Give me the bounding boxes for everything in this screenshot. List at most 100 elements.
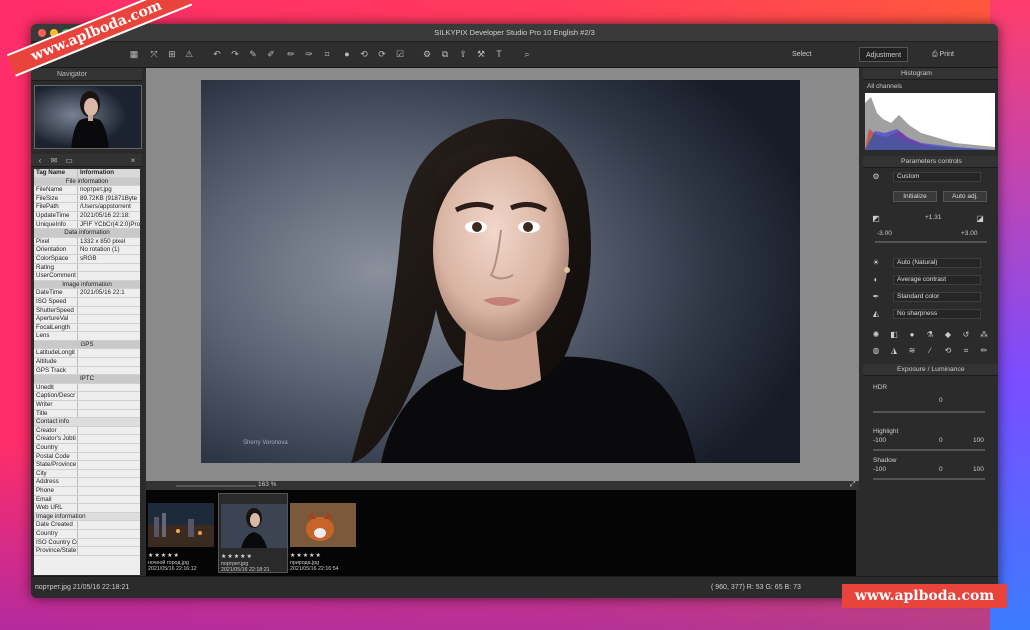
zoom-slider[interactable]	[176, 485, 256, 487]
sphere-icon[interactable]: ●	[907, 330, 917, 339]
color-select[interactable]: Standard color	[893, 292, 981, 302]
compare-icon[interactable]: ⊞	[166, 48, 178, 60]
tag-value-cell[interactable]	[78, 264, 140, 272]
tag-value-cell[interactable]	[78, 307, 140, 315]
tag-value-cell[interactable]	[78, 349, 140, 357]
tag-value-cell[interactable]	[78, 530, 140, 538]
undo-icon[interactable]: ↶	[211, 48, 223, 60]
tag-value-cell[interactable]	[78, 539, 140, 547]
gear-icon[interactable]: ⚙	[871, 172, 881, 181]
batch-icon[interactable]: ⧉	[439, 48, 451, 60]
brush-tool-icon[interactable]: ✏	[979, 346, 989, 355]
exposure-slider[interactable]	[875, 241, 987, 243]
drop-icon[interactable]: ◆	[943, 330, 953, 339]
brush-icon[interactable]: ✏	[285, 48, 297, 60]
exposure-icon[interactable]: ◩	[871, 214, 881, 223]
dropper-icon[interactable]: ⚗	[925, 330, 935, 339]
tag-value-cell[interactable]: 2021/05/16 22:1	[78, 289, 140, 297]
chevron-left-icon[interactable]: ‹	[34, 155, 46, 167]
comment-icon[interactable]: ✉	[48, 155, 60, 167]
print-button[interactable]: ⎙ Print	[926, 47, 960, 62]
tag-value-cell[interactable]	[78, 521, 140, 529]
fish-icon[interactable]: ≋	[907, 346, 917, 355]
develop-icon[interactable]: ⚙	[421, 48, 433, 60]
tag-value-cell[interactable]: JFIF YCbCr(4:2:0)Pro	[78, 221, 140, 229]
contrast-select[interactable]: Average contrast	[893, 275, 981, 285]
tag-value-cell[interactable]	[78, 453, 140, 461]
tag-value-cell[interactable]	[78, 272, 140, 280]
shadow-value[interactable]: 0	[939, 466, 943, 473]
tag-value-cell[interactable]	[78, 547, 140, 555]
tag-value-cell[interactable]	[78, 367, 140, 375]
filmstrip-item-2[interactable]: ★★★★★ портрет.jpg 2021/05/16 22:18:21	[218, 493, 288, 573]
picker-icon[interactable]: ✎	[247, 48, 259, 60]
rating-stars[interactable]: ★★★★★	[148, 552, 180, 559]
tab-icon[interactable]: ▭	[63, 155, 75, 167]
tag-value-cell[interactable]	[78, 487, 140, 495]
filmstrip-item-3[interactable]: ★★★★★ природа.jpg 2021/05/16 22:16:54	[288, 493, 358, 573]
tag-value-cell[interactable]: 1332 x 850 pixel	[78, 238, 140, 246]
tag-value-cell[interactable]	[78, 427, 140, 435]
perspective-icon[interactable]: ◮	[889, 346, 899, 355]
pen-icon[interactable]: ∕	[925, 346, 935, 355]
exposure-auto-icon[interactable]: ◪	[975, 214, 985, 223]
tone-icon[interactable]: ◧	[889, 330, 899, 339]
light-icon[interactable]: ✺	[871, 330, 881, 339]
lens-icon[interactable]: ◍	[871, 346, 881, 355]
fit-icon[interactable]: ⤧	[148, 48, 160, 60]
sharpness-select[interactable]: No sharpness	[893, 309, 981, 319]
tag-value-cell[interactable]	[78, 332, 140, 340]
exposure-value[interactable]: +1.31	[925, 214, 941, 221]
stamp-icon[interactable]: ✑	[303, 48, 315, 60]
tag-value-cell[interactable]	[78, 504, 140, 512]
check-icon[interactable]: ☑	[394, 48, 406, 60]
shadow-slider[interactable]	[873, 478, 985, 480]
tag-value-cell[interactable]: 89.72KB (91871Byte	[78, 195, 140, 203]
tag-value-cell[interactable]	[78, 410, 140, 418]
white-balance-icon[interactable]: ☀	[871, 258, 881, 267]
tag-value-cell[interactable]	[78, 435, 140, 443]
sharpness-icon[interactable]: ◭	[871, 309, 881, 318]
export-icon[interactable]: ⇪	[457, 48, 469, 60]
tag-value-cell[interactable]	[78, 461, 140, 469]
navigator-thumbnail[interactable]	[34, 85, 142, 149]
grid-view-icon[interactable]: ▦	[128, 48, 140, 60]
crop-tool-icon[interactable]: ⌗	[961, 346, 971, 356]
main-preview-image[interactable]: Sherry Voronova	[201, 80, 800, 463]
close-panel-icon[interactable]: ×	[127, 155, 139, 167]
nodes-icon[interactable]: ⁂	[979, 330, 989, 339]
filmstrip-item-1[interactable]: ★★★★★ ночной город.jpg 2021/05/16 22:16:1…	[146, 493, 216, 573]
tag-value-cell[interactable]: /Users/appstorrent	[78, 203, 140, 211]
tools-icon[interactable]: ⚒	[475, 48, 487, 60]
rotate-right-icon[interactable]: ⟳	[376, 48, 388, 60]
rating-stars[interactable]: ★★★★★	[221, 553, 253, 560]
crop-icon[interactable]: ⌗	[321, 48, 333, 60]
eyedropper-icon[interactable]: ✐	[265, 48, 277, 60]
rating-stars[interactable]: ★★★★★	[290, 552, 322, 559]
hdr-value[interactable]: 0	[939, 397, 943, 404]
warning-icon[interactable]: ⚠	[183, 48, 195, 60]
tag-value-cell[interactable]: портрет.jpg	[78, 186, 140, 194]
undo-tool-icon[interactable]: ↺	[961, 330, 971, 339]
fullscreen-icon[interactable]: ⤢	[850, 481, 856, 489]
tag-value-cell[interactable]	[78, 315, 140, 323]
adjustment-button[interactable]: Adjustment	[859, 47, 909, 62]
tag-value-cell[interactable]	[78, 392, 140, 400]
preview-area[interactable]: Sherry Voronova	[146, 68, 859, 481]
tag-value-cell[interactable]	[78, 298, 140, 306]
initialize-button[interactable]: Initialize	[893, 191, 937, 202]
rotate-icon[interactable]: ⟲	[943, 346, 953, 355]
spot-icon[interactable]: ●	[341, 48, 353, 60]
tag-value-cell[interactable]	[78, 358, 140, 366]
hdr-slider[interactable]	[873, 411, 985, 413]
tag-value-cell[interactable]	[78, 444, 140, 452]
histogram-channel[interactable]: All channels	[867, 83, 902, 90]
redo-icon[interactable]: ↷	[229, 48, 241, 60]
preset-select[interactable]: Custom	[893, 172, 981, 182]
highlight-slider[interactable]	[873, 449, 985, 451]
highlight-value[interactable]: 0	[939, 437, 943, 444]
color-icon[interactable]: ✒	[871, 292, 881, 301]
tag-value-cell[interactable]	[78, 496, 140, 504]
tag-value-cell[interactable]	[78, 324, 140, 332]
search-icon[interactable]: ⌕	[521, 48, 533, 60]
